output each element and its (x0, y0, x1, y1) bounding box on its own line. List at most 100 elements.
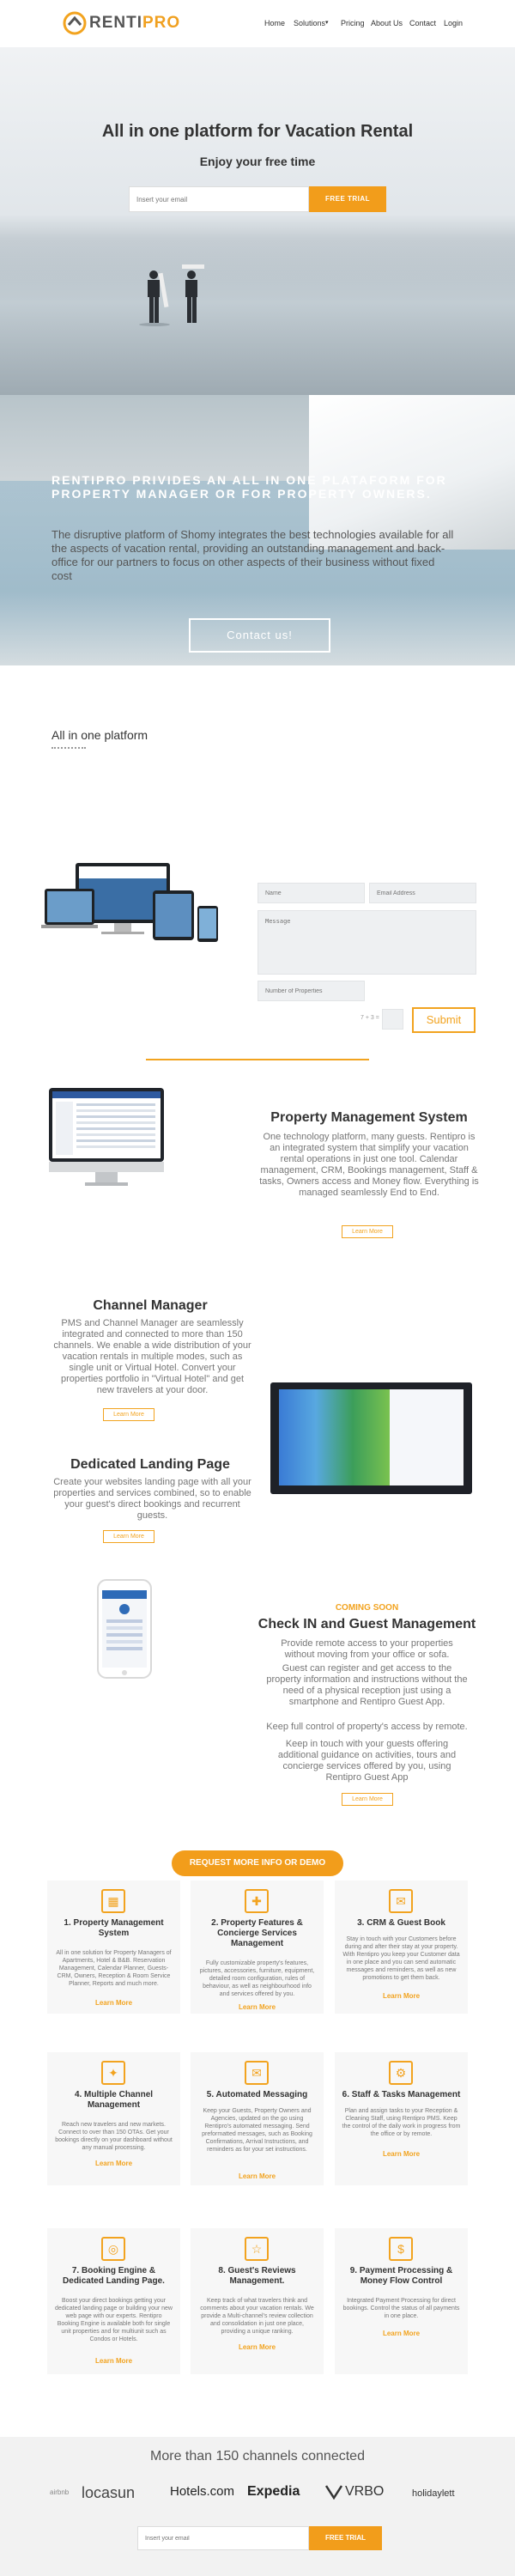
hero-title: All in one platform for Vacation Rental (101, 122, 414, 141)
card-title: 1. Property Management System (64, 1918, 164, 1938)
checkin-text-1: Provide remote access to your properties… (281, 1638, 453, 1660)
card-title: 6. Staff & Tasks Management (342, 2090, 461, 2099)
request-demo-button[interactable]: REQUEST MORE INFO OR DEMO (172, 1850, 343, 1876)
logo-text[interactable]: RENTIPRO (89, 14, 180, 33)
villa-building (309, 395, 515, 550)
contact-us-button[interactable]: Contact us! (189, 618, 330, 653)
checkin-text-3: Keep full control of property's access b… (266, 1722, 468, 1732)
platform-description: The disruptive platform of Shomy integra… (52, 528, 454, 582)
card-title: 3. CRM & Guest Book (357, 1918, 445, 1928)
network-icon: ✦ (101, 2061, 125, 2085)
settings-icon: ✚ (245, 1889, 269, 1913)
heading-divider (52, 747, 86, 750)
landing-page-title: Dedicated Landing Page (70, 1457, 230, 1472)
card-reviews: ☆ 8. Guest's Reviews Management. Keep tr… (191, 2228, 324, 2374)
expedia-logo: Expedia (247, 2484, 300, 2499)
section-divider (146, 1059, 369, 1060)
captcha-label: 7 + 3 = (360, 1015, 379, 1021)
submit-button[interactable]: Submit (412, 1007, 476, 1033)
channel-manager-title: Channel Manager (93, 1298, 208, 1313)
card-title: 5. Automated Messaging (206, 2090, 308, 2099)
card-learn-more-link[interactable]: Learn More (191, 2003, 324, 2011)
holidaylettings-logo: holidaylett (412, 2488, 455, 2499)
pms-title: Property Management System (270, 1110, 468, 1125)
checkin-title: Check IN and Guest Management (258, 1617, 476, 1631)
surfers-illustration (139, 264, 204, 326)
properties-field[interactable] (258, 981, 365, 1001)
hero-sea (0, 240, 515, 395)
card-learn-more-link[interactable]: Learn More (191, 2172, 324, 2180)
card-title: 9. Payment Processing & Money Flow Contr… (349, 2266, 453, 2286)
card-learn-more-link[interactable]: Learn More (335, 2150, 468, 2158)
card-learn-more-link[interactable]: Learn More (335, 1992, 468, 2000)
card-learn-more-link[interactable]: Learn More (191, 2343, 324, 2351)
tasks-icon: ⚙ (389, 2061, 413, 2085)
landing-page-learn-more-button[interactable]: Learn More (103, 1530, 154, 1543)
captcha-field[interactable] (382, 1009, 403, 1030)
vrbo-logo: VRBO (345, 2484, 385, 2499)
coming-soon-label: COMING SOON (335, 1603, 399, 1613)
all-in-one-heading: All in one platform (52, 728, 148, 742)
message-field[interactable] (258, 910, 476, 975)
card-learn-more-link[interactable]: Learn More (335, 2330, 468, 2337)
nav-home[interactable]: Home (264, 19, 285, 27)
devices-illustration (41, 863, 218, 942)
nav-contact[interactable]: Contact (409, 19, 436, 27)
card-text: Stay in touch with your Customers before… (342, 1936, 460, 1981)
footer-email-input[interactable] (137, 2526, 309, 2550)
card-title: 4. Multiple Channel Management (74, 2090, 154, 2110)
pms-text: One technology platform, many guests. Re… (259, 1132, 479, 1198)
pms-monitor-illustration (49, 1088, 164, 1186)
card-booking: ◎ 7. Booking Engine & Dedicated Landing … (47, 2228, 180, 2374)
card-learn-more-link[interactable]: Learn More (47, 2357, 180, 2365)
logo-icon[interactable] (62, 10, 88, 36)
card-title: 8. Guest's Reviews Management. (218, 2266, 296, 2286)
hero-free-trial-button[interactable]: FREE TRIAL (309, 186, 386, 212)
email-field[interactable] (369, 883, 476, 903)
card-title: 7. Booking Engine & Dedicated Landing Pa… (63, 2266, 165, 2286)
checkin-text-4: Keep in touch with your guests offering … (277, 1739, 457, 1783)
phone-illustration (97, 1579, 152, 1679)
card-learn-more-link[interactable]: Learn More (47, 1999, 180, 2007)
card-text: Keep your Guests, Property Owners and Ag… (202, 2108, 312, 2153)
vrbo-mark-icon (324, 2485, 343, 2500)
footer-free-trial-button[interactable]: FREE TRIAL (309, 2526, 382, 2550)
card-payment: $ 9. Payment Processing & Money Flow Con… (335, 2228, 468, 2374)
card-messaging: ✉ 5. Automated Messaging Keep your Guest… (191, 2052, 324, 2185)
card-staff: ⚙ 6. Staff & Tasks Management Plan and a… (335, 2052, 468, 2185)
channel-manager-learn-more-button[interactable]: Learn More (103, 1408, 154, 1421)
card-text: Fully customizable property's features, … (199, 1960, 315, 1997)
checkin-learn-more-button[interactable]: Learn More (342, 1793, 393, 1806)
locasun-logo: locasun (82, 2484, 136, 2501)
card-learn-more-link[interactable]: Learn More (47, 2160, 180, 2167)
checkin-text-2: Guest can register and get access to the… (266, 1663, 468, 1707)
channel-dashboard-screen (279, 1389, 464, 1485)
card-text: All in one solution for Property Manager… (56, 1950, 172, 1987)
message-icon: ✉ (245, 2061, 269, 2085)
building-icon: ▦ (101, 1889, 125, 1913)
channels-title: More than 150 channels connected (150, 2449, 365, 2464)
nav-about[interactable]: About Us (371, 19, 403, 27)
airbnb-logo: airbnb (50, 2488, 70, 2496)
card-text: Boost your direct bookings getting your … (55, 2298, 173, 2342)
book-icon: ✉ (389, 1889, 413, 1913)
card-crm: ✉ 3. CRM & Guest Book Stay in touch with… (335, 1880, 468, 2014)
card-text: Keep track of what travelers think and c… (200, 2298, 314, 2335)
name-field[interactable] (258, 883, 365, 903)
landing-page-text: Create your websites landing page with a… (53, 1477, 251, 1521)
globe-icon: ◎ (101, 2237, 125, 2261)
platform-headline: RENTIPRO PRIVIDES AN ALL IN ONE PLATAFOR… (52, 473, 447, 501)
nav-solutions[interactable]: Solutions (294, 19, 325, 27)
nav-login[interactable]: Login (444, 19, 463, 27)
card-features: ✚ 2. Property Features & Concierge Servi… (191, 1880, 324, 2014)
hero-email-input[interactable] (129, 186, 309, 212)
card-pms: ▦ 1. Property Management System All in o… (47, 1880, 180, 2014)
card-channel: ✦ 4. Multiple Channel Management Reach n… (47, 2052, 180, 2185)
pms-learn-more-button[interactable]: Learn More (342, 1225, 393, 1238)
logo-text-b: PRO (142, 14, 181, 32)
card-text: Reach new travelers and new markets. Con… (55, 2122, 173, 2151)
nav-pricing[interactable]: Pricing (341, 19, 365, 27)
card-text: Integrated Payment Processing for direct… (342, 2298, 460, 2319)
chevron-down-icon[interactable]: ▾ (325, 19, 329, 26)
hero-subtitle: Enjoy your free time (199, 155, 316, 168)
